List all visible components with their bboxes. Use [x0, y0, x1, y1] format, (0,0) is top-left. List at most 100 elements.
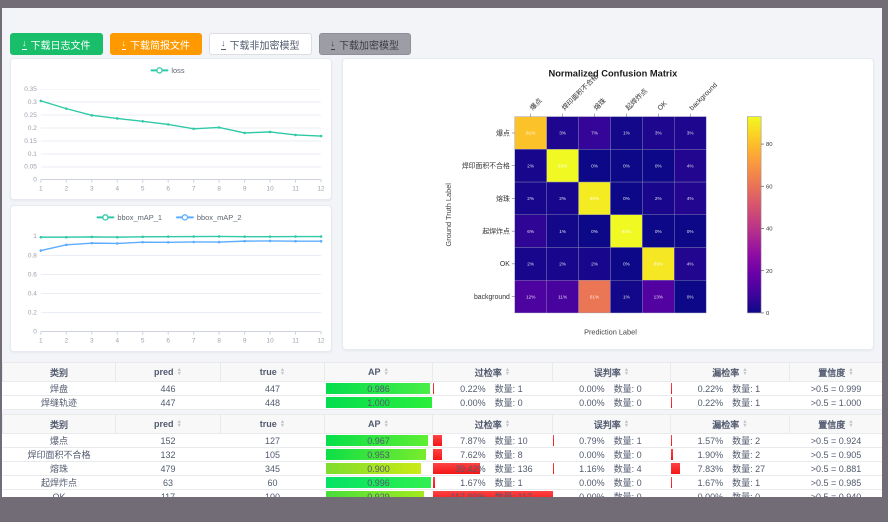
sort-icon[interactable]: ▲▼ [624, 420, 629, 429]
legend-item-bbox_mAP_2[interactable]: bbox_mAP_2 [177, 213, 242, 222]
svg-text:3%: 3% [655, 131, 663, 136]
download-log-button[interactable]: ↓ 下载日志文件 [10, 33, 103, 55]
svg-text:2%: 2% [527, 163, 535, 168]
true-count-cell: 105 [221, 448, 325, 462]
svg-text:0%: 0% [623, 262, 631, 267]
rate-cell: 117.00%数量: 117 [433, 490, 553, 498]
column-header-true[interactable]: true▲▼ [221, 363, 325, 382]
ap-cell: 0.967 [325, 434, 433, 448]
svg-text:7: 7 [192, 338, 196, 345]
svg-text:2%: 2% [591, 262, 599, 267]
column-header-置信度[interactable]: 置信度▲▼ [790, 415, 883, 434]
confusion-matrix-heatmap: Normalized Confusion Matrix81%3%7%1%3%3%… [343, 59, 873, 347]
sort-icon[interactable]: ▲▼ [177, 368, 182, 377]
column-header-AP[interactable]: AP▲▼ [325, 415, 433, 434]
sort-icon[interactable]: ▲▼ [742, 420, 747, 429]
svg-text:1%: 1% [623, 131, 631, 136]
column-label: 误判率 [594, 366, 621, 379]
svg-text:4: 4 [115, 186, 119, 193]
svg-text:40: 40 [766, 227, 773, 233]
rate-percent: 0.00% [553, 492, 605, 497]
download-report-button[interactable]: ↓ 下载简报文件 [110, 33, 203, 55]
legend-item-loss[interactable]: loss [152, 66, 185, 75]
svg-text:10: 10 [267, 338, 275, 345]
metrics-table-weld: 类别pred▲▼true▲▼AP▲▼过检率▲▼误判率▲▼漏检率▲▼置信度▲▼焊盘… [2, 362, 882, 410]
column-header-true[interactable]: true▲▼ [221, 415, 325, 434]
download-encrypted-model-button[interactable]: ↓ 下载加密模型 [319, 33, 412, 55]
true-count-cell: 60 [221, 476, 325, 490]
class-name-cell: OK [3, 490, 116, 498]
column-header-pred[interactable]: pred▲▼ [116, 363, 221, 382]
rate-percent: 1.90% [671, 450, 723, 460]
column-header-漏检率[interactable]: 漏检率▲▼ [671, 363, 790, 382]
svg-text:0.1: 0.1 [28, 151, 37, 158]
dashboard: ↓ 下载日志文件 ↓ 下载简报文件 ↓ 下载非加密模型 ↓ 下载加密模型 00.… [2, 8, 882, 497]
rate-count: 数量: 10 [495, 434, 553, 447]
sort-icon[interactable]: ▲▼ [505, 368, 510, 377]
svg-text:OK: OK [500, 261, 510, 268]
sort-icon[interactable]: ▲▼ [742, 368, 747, 377]
button-label: 下载非加密模型 [230, 37, 300, 52]
svg-text:2%: 2% [527, 196, 535, 201]
legend-item-bbox_mAP_1[interactable]: bbox_mAP_1 [97, 213, 162, 222]
column-label: 置信度 [818, 418, 845, 431]
svg-text:6: 6 [166, 338, 170, 345]
sort-icon[interactable]: ▲▼ [280, 368, 285, 377]
svg-text:90%: 90% [590, 196, 600, 201]
column-header-过检率[interactable]: 过检率▲▼ [433, 363, 553, 382]
column-header-置信度[interactable]: 置信度▲▼ [790, 363, 883, 382]
column-header-漏检率[interactable]: 漏检率▲▼ [671, 415, 790, 434]
sort-icon[interactable]: ▲▼ [848, 368, 853, 377]
svg-text:起焊炸点: 起焊炸点 [623, 86, 649, 112]
rate-cell: 1.67%数量: 1 [671, 476, 790, 490]
column-header-误判率[interactable]: 误判率▲▼ [553, 363, 671, 382]
rate-count: 数量: 1 [495, 476, 553, 489]
ap-value: 0.929 [367, 492, 390, 498]
sort-icon[interactable]: ▲▼ [384, 420, 389, 429]
rate-percent: 1.16% [553, 464, 605, 474]
ap-cell: 0.996 [325, 476, 433, 490]
svg-text:2%: 2% [527, 262, 535, 267]
column-header-AP[interactable]: AP▲▼ [325, 363, 433, 382]
svg-text:2%: 2% [655, 196, 663, 201]
rate-cell: 7.87%数量: 10 [433, 434, 553, 448]
column-label: 过检率 [475, 366, 502, 379]
sort-icon[interactable]: ▲▼ [624, 368, 629, 377]
sort-icon[interactable]: ▲▼ [505, 420, 510, 429]
svg-text:0%: 0% [655, 229, 663, 234]
svg-text:61%: 61% [590, 294, 600, 299]
column-header-pred[interactable]: pred▲▼ [116, 415, 221, 434]
rate-count: 数量: 117 [495, 490, 553, 497]
svg-text:93%: 93% [622, 229, 632, 234]
sort-icon[interactable]: ▲▼ [384, 368, 389, 377]
confusion-matrix-card: Normalized Confusion Matrix81%3%7%1%3%3%… [342, 58, 874, 350]
column-label: 置信度 [818, 366, 845, 379]
svg-text:12: 12 [317, 186, 325, 193]
sort-icon[interactable]: ▲▼ [280, 420, 285, 429]
column-header-误判率[interactable]: 误判率▲▼ [553, 415, 671, 434]
column-header-过检率[interactable]: 过检率▲▼ [433, 415, 553, 434]
svg-text:Prediction Label: Prediction Label [584, 328, 637, 337]
rate-percent: 7.83% [671, 464, 723, 474]
svg-text:0.25: 0.25 [24, 112, 37, 119]
column-label: 类别 [50, 418, 68, 431]
sort-icon[interactable]: ▲▼ [177, 420, 182, 429]
rate-count: 数量: 0 [614, 490, 671, 497]
svg-text:3: 3 [90, 338, 94, 345]
rate-cell: 39.42%数量: 136 [433, 462, 553, 476]
rate-count: 数量: 2 [732, 434, 789, 447]
svg-text:0.6: 0.6 [28, 271, 37, 278]
sort-icon[interactable]: ▲▼ [848, 420, 853, 429]
download-icon: ↓ [331, 39, 336, 50]
rate-count: 数量: 0 [732, 490, 789, 497]
svg-text:11: 11 [292, 186, 299, 193]
rate-count: 数量: 4 [614, 462, 671, 475]
rate-count: 数量: 8 [495, 448, 553, 461]
rate-count: 数量: 1 [495, 382, 553, 395]
download-plain-model-button[interactable]: ↓ 下载非加密模型 [209, 33, 312, 55]
svg-text:12: 12 [317, 338, 325, 345]
rate-percent: 0.22% [671, 384, 723, 394]
svg-text:0%: 0% [623, 196, 631, 201]
svg-text:13%: 13% [654, 294, 664, 299]
svg-text:1: 1 [33, 233, 37, 240]
